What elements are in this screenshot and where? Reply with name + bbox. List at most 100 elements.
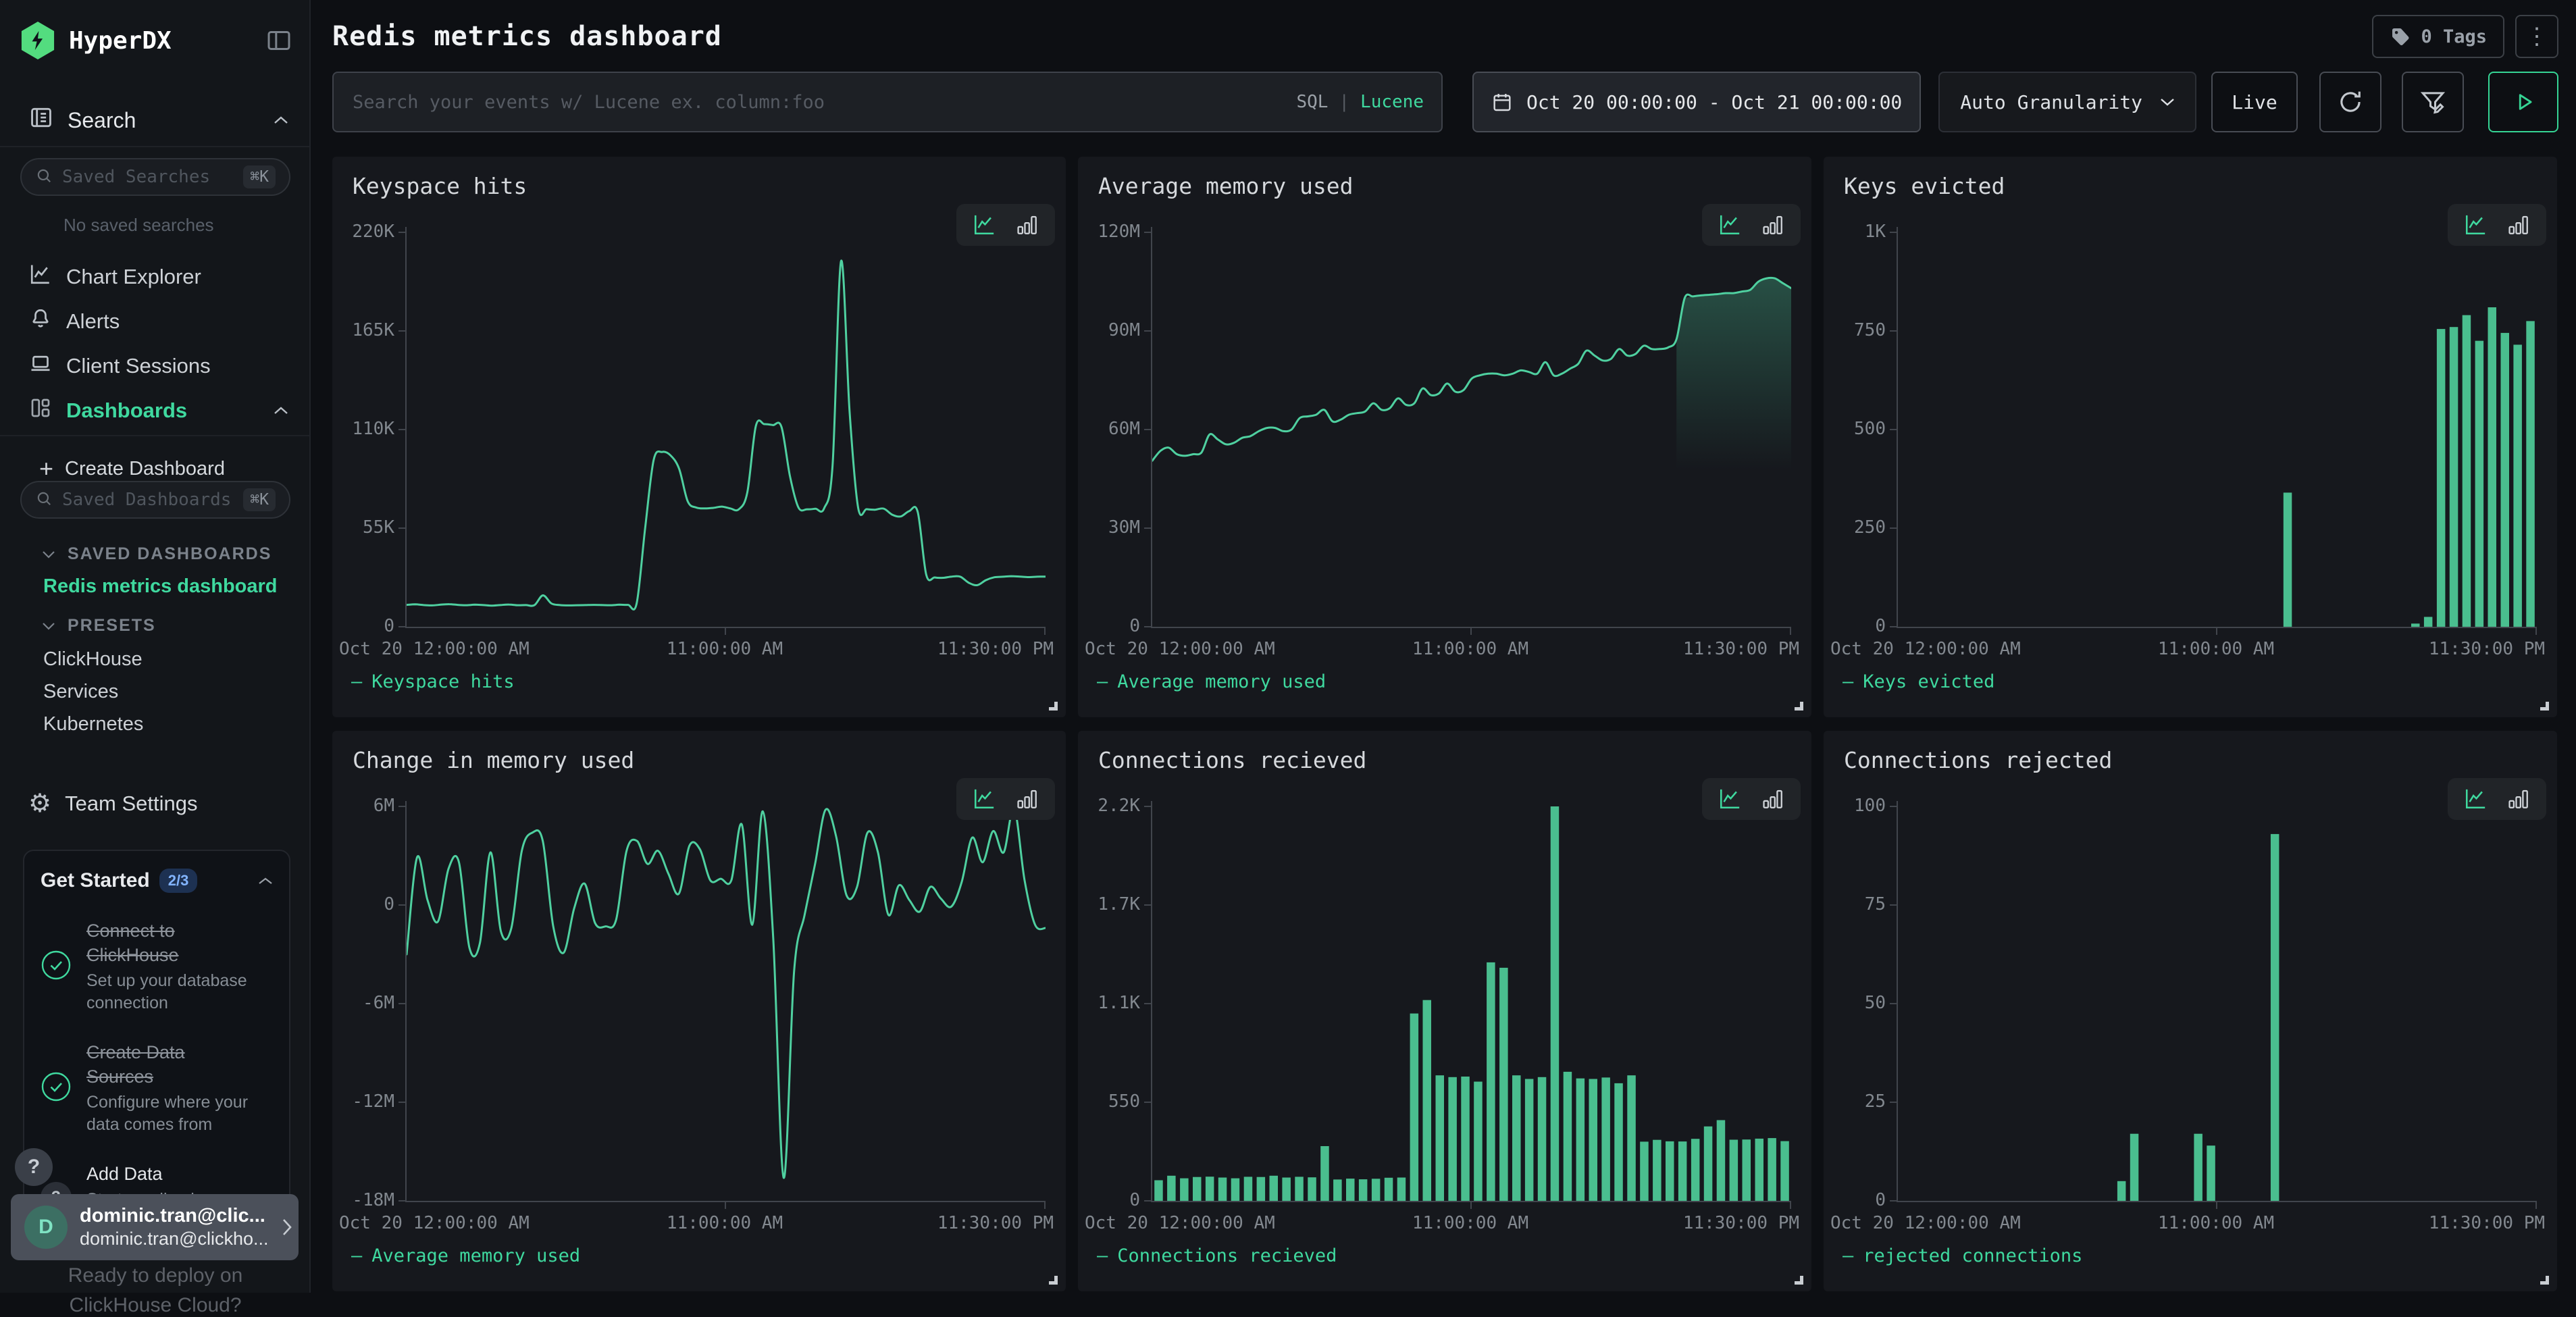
chart-type-toggle xyxy=(2448,204,2546,246)
tag-icon xyxy=(2390,26,2411,47)
events-search-input[interactable] xyxy=(334,92,1441,113)
chevron-up-icon[interactable] xyxy=(273,406,289,415)
line-chart-toggle-icon[interactable] xyxy=(971,787,997,810)
y-axis-label: 30M xyxy=(1081,517,1140,538)
chevron-up-icon[interactable] xyxy=(258,877,273,885)
filter-button[interactable] xyxy=(2402,72,2464,132)
y-axis-label: 0 xyxy=(335,894,394,914)
step-desc: Set up your database connection xyxy=(86,970,257,1014)
chevron-up-icon[interactable] xyxy=(273,115,289,125)
x-axis-label: 11:30:00 PM xyxy=(2429,1213,2545,1233)
gear-icon: ⚙ xyxy=(28,791,51,817)
more-menu-button[interactable]: ⋮ xyxy=(2515,15,2558,58)
sidebar-item-client-sessions[interactable]: Client Sessions xyxy=(0,347,309,385)
y-axis-label: 0 xyxy=(1081,616,1140,636)
x-axis-tick xyxy=(2216,1202,2217,1209)
sql-toggle[interactable]: SQL xyxy=(1296,92,1328,112)
sidebar: HyperDX Search ⌘K No saved searches Char… xyxy=(0,0,311,1293)
chart-line-icon xyxy=(28,262,53,292)
resize-handle[interactable] xyxy=(2540,1276,2549,1285)
shortcut-badge: ⌘K xyxy=(243,488,276,511)
bar-chart-toggle-icon[interactable] xyxy=(2506,787,2531,810)
step-title: Create Data Sources xyxy=(86,1040,257,1089)
chart-panel-3: Keys evicted1K7505002500Oct 20 12:00:00 … xyxy=(1824,157,2557,717)
sidebar-item-search[interactable]: Search xyxy=(0,101,309,139)
refresh-button[interactable] xyxy=(2319,72,2381,132)
y-axis-label: 50 xyxy=(1826,993,1886,1013)
saved-searches-input[interactable] xyxy=(62,167,234,187)
y-axis-tick xyxy=(398,1102,405,1103)
y-axis-label: 55K xyxy=(335,517,394,538)
resize-handle[interactable] xyxy=(1049,1276,1058,1285)
line-chart-toggle-icon[interactable] xyxy=(971,213,997,236)
y-axis-label: 100 xyxy=(1826,796,1886,816)
sidebar-item-label: Search xyxy=(68,108,136,133)
query-language-toggle[interactable]: SQL | Lucene xyxy=(1296,92,1424,112)
help-button[interactable]: ? xyxy=(15,1148,53,1186)
saved-dashboards-section[interactable]: SAVED DASHBOARDS xyxy=(42,544,272,564)
sidebar-item-redis-dashboard[interactable]: Redis metrics dashboard xyxy=(43,575,278,598)
run-query-button[interactable] xyxy=(2488,72,2558,132)
chart-title: Connections rejected xyxy=(1844,747,2112,773)
sidebar-item-clickhouse[interactable]: ClickHouse xyxy=(43,648,143,671)
sidebar-item-chart-explorer[interactable]: Chart Explorer xyxy=(0,258,309,296)
x-axis-tick xyxy=(1044,628,1046,635)
resize-handle[interactable] xyxy=(2540,702,2549,711)
sidebar-item-alerts[interactable]: Alerts xyxy=(0,303,309,340)
get-started-title: Get Started xyxy=(41,869,150,892)
presets-section[interactable]: PRESETS xyxy=(42,616,156,636)
hyperdx-logo[interactable]: HyperDX xyxy=(19,22,172,59)
bar-chart-toggle-icon[interactable] xyxy=(1760,213,1786,236)
line-chart-toggle-icon[interactable] xyxy=(2463,213,2488,236)
y-axis-tick xyxy=(1144,527,1151,529)
sidebar-item-kubernetes[interactable]: Kubernetes xyxy=(43,713,143,735)
tags-button[interactable]: 0 Tags xyxy=(2372,15,2504,58)
chart-legend: —Keys evicted xyxy=(1843,671,1994,692)
live-button[interactable]: Live xyxy=(2211,72,2298,132)
line-chart-toggle-icon[interactable] xyxy=(1717,787,1743,810)
x-axis-label: 11:30:00 PM xyxy=(2429,639,2545,659)
user-menu[interactable]: D dominic.tran@clic... dominic.tran@clic… xyxy=(11,1194,299,1260)
sidebar-item-dashboards[interactable]: Dashboards xyxy=(0,392,309,430)
play-icon xyxy=(2510,89,2536,115)
y-axis-tick xyxy=(398,527,405,529)
y-axis-tick xyxy=(1890,1102,1897,1103)
sidebar-item-label: Alerts xyxy=(66,309,120,334)
chart-legend: —Connections recieved xyxy=(1097,1245,1337,1266)
sidebar-item-team-settings[interactable]: ⚙ Team Settings xyxy=(0,785,309,823)
bar-chart-toggle-icon[interactable] xyxy=(2506,213,2531,236)
sidebar-collapse-icon[interactable] xyxy=(265,27,293,54)
chart-legend: —Average memory used xyxy=(1097,671,1326,692)
bar-chart-toggle-icon[interactable] xyxy=(1014,787,1040,810)
step-connect-clickhouse[interactable]: Connect to ClickHouse Set up your databa… xyxy=(41,919,273,1014)
step-create-data-sources[interactable]: Create Data Sources Configure where your… xyxy=(41,1040,273,1136)
check-circle-icon xyxy=(41,950,72,984)
y-axis-label: 1.1K xyxy=(1081,993,1140,1013)
granularity-select[interactable]: Auto Granularity xyxy=(1938,72,2196,132)
line-chart-toggle-icon[interactable] xyxy=(2463,787,2488,810)
sidebar-item-label: Dashboards xyxy=(66,398,187,423)
chart-canvas xyxy=(1898,806,2537,1201)
y-axis-tick xyxy=(1890,1200,1897,1202)
y-axis-tick xyxy=(1144,232,1151,233)
progress-badge: 2/3 xyxy=(159,869,198,893)
sidebar-item-services[interactable]: Services xyxy=(43,681,118,703)
bar-chart-toggle-icon[interactable] xyxy=(1760,787,1786,810)
x-axis-label: 11:30:00 PM xyxy=(1683,639,1799,659)
chart-panel-6: Connections rejected1007550250Oct 20 12:… xyxy=(1824,731,2557,1291)
chart-legend: —Keyspace hits xyxy=(351,671,515,692)
y-axis-tick xyxy=(1144,1102,1151,1103)
resize-handle[interactable] xyxy=(1049,702,1058,711)
resize-handle[interactable] xyxy=(1795,702,1803,711)
dots-vertical-icon: ⋮ xyxy=(2525,23,2548,50)
bar-chart-toggle-icon[interactable] xyxy=(1014,213,1040,236)
y-axis-tick xyxy=(1144,904,1151,906)
x-axis-tick xyxy=(725,1202,726,1209)
resize-handle[interactable] xyxy=(1795,1276,1803,1285)
chevron-down-icon xyxy=(2160,97,2175,107)
line-chart-toggle-icon[interactable] xyxy=(1717,213,1743,236)
lucene-toggle[interactable]: Lucene xyxy=(1360,92,1424,112)
y-axis-label: 0 xyxy=(1081,1190,1140,1210)
saved-dashboards-input[interactable] xyxy=(62,490,234,510)
date-range-picker[interactable]: Oct 20 00:00:00 - Oct 21 00:00:00 xyxy=(1472,72,1921,132)
